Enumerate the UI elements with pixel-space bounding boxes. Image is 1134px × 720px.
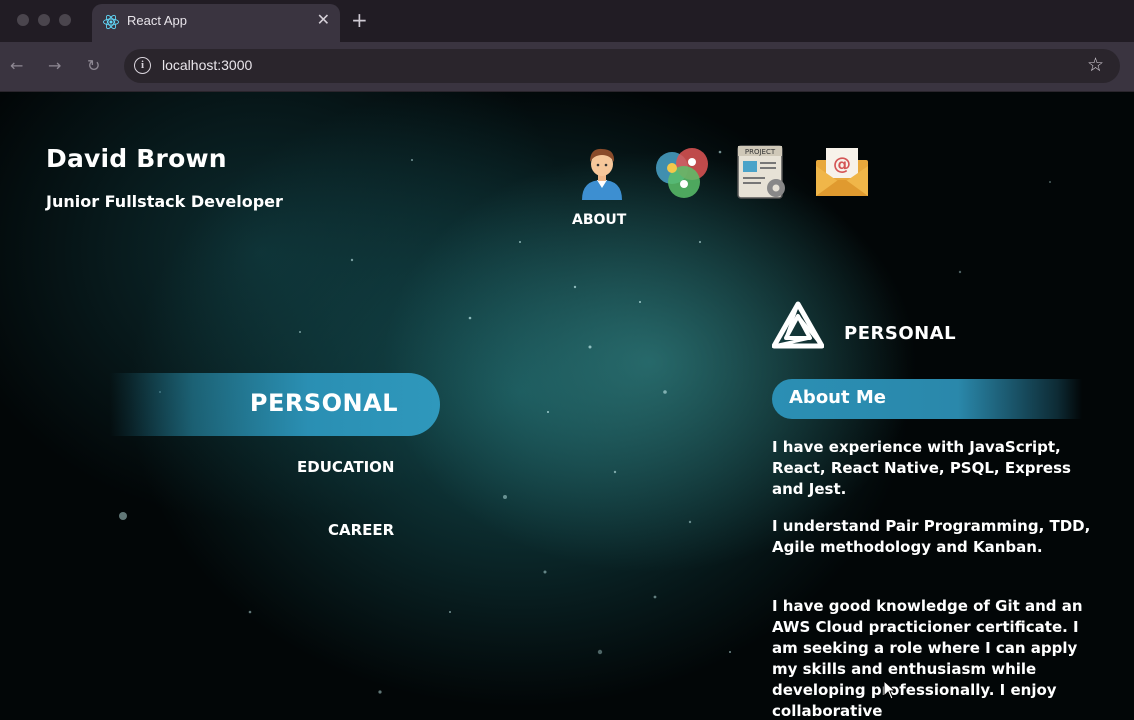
tab-close-icon[interactable]: ✕	[317, 10, 330, 30]
project-document-icon[interactable]: PROJECT	[732, 142, 792, 202]
site-info-icon[interactable]: i	[134, 57, 151, 74]
about-me-header: About Me	[772, 379, 1082, 419]
svg-text:PROJECT: PROJECT	[745, 148, 776, 156]
person-avatar-icon[interactable]	[572, 142, 632, 202]
window-close-dot[interactable]	[17, 14, 29, 26]
browser-toolbar: ← → ↻ i localhost:3000 ☆	[0, 42, 1134, 92]
browser-tab-strip: React App ✕ +	[0, 0, 1134, 42]
sidebar-active-label: PERSONAL	[249, 389, 398, 417]
url-text[interactable]: localhost:3000	[162, 57, 252, 73]
profile-role: Junior Fullstack Developer	[46, 192, 283, 211]
bookmark-star-icon[interactable]: ☆	[1087, 54, 1104, 76]
window-minimize-dot[interactable]	[38, 14, 50, 26]
skills-venn-icon[interactable]	[652, 142, 712, 202]
react-logo-icon	[103, 14, 119, 30]
new-tab-button[interactable]: +	[351, 8, 368, 32]
sidebar-item-career[interactable]: CAREER	[328, 521, 394, 539]
back-icon[interactable]: ←	[10, 56, 23, 76]
address-bar[interactable]: i localhost:3000 ☆	[124, 49, 1120, 83]
about-paragraph-1: I have experience with JavaScript, React…	[772, 438, 1071, 498]
nav-label-about[interactable]: ABOUT	[572, 212, 626, 228]
forward-icon[interactable]: →	[48, 56, 61, 76]
about-me-heading: About Me	[789, 387, 886, 408]
sidebar-item-personal[interactable]: PERSONAL	[110, 373, 440, 436]
about-paragraph-2: I understand Pair Programming, TDD, Agil…	[772, 517, 1091, 556]
section-title: PERSONAL	[844, 323, 957, 344]
profile-name: David Brown	[46, 144, 227, 173]
email-envelope-icon[interactable]: @	[812, 142, 872, 202]
page-content: David Brown Junior Fullstack Developer A…	[0, 92, 1134, 720]
reload-icon[interactable]: ↻	[87, 56, 100, 76]
window-maximize-dot[interactable]	[59, 14, 71, 26]
mouse-cursor-icon	[883, 680, 897, 700]
sidebar-item-education[interactable]: EDUCATION	[297, 458, 394, 476]
penrose-triangle-logo-icon	[772, 301, 824, 349]
svg-text:@: @	[833, 154, 851, 175]
about-paragraph-3: I have good knowledge of Git and an AWS …	[772, 597, 1083, 720]
browser-tab[interactable]: React App ✕	[92, 4, 340, 42]
tab-title: React App	[127, 13, 187, 28]
